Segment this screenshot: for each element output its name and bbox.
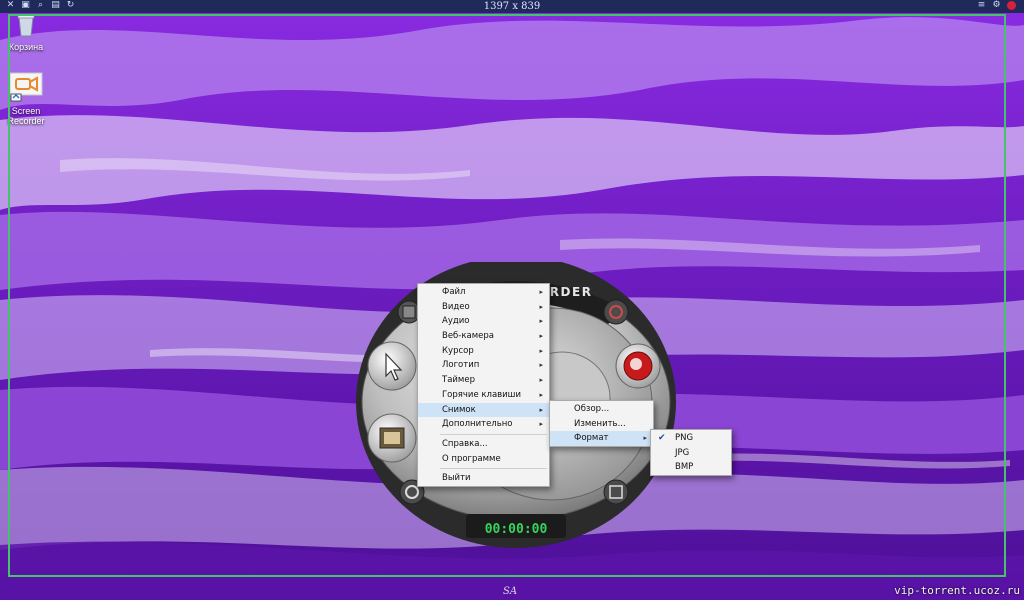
menu-item-label: Справка... [442,438,488,449]
submenu-arrow-icon: ▸ [539,361,543,370]
screen-recorder-icon [9,72,43,102]
menu-item-label: BMP [675,462,694,473]
menu-item-jpg[interactable]: JPG [651,446,731,461]
submenu-arrow-icon: ▸ [539,332,543,341]
menu-item-label: Курсор [442,345,474,356]
menu-item-label: Веб-камера [442,331,494,342]
menu-item-browse[interactable]: Обзор... [550,402,653,417]
menu-item-cursor[interactable]: Курсор ▸ [418,344,549,359]
menu-item-bmp[interactable]: BMP [651,460,731,475]
submenu-arrow-icon: ▸ [539,288,543,296]
menu-item-label: Таймер [442,375,475,386]
menu-item-label: Дополнительно [442,419,513,430]
menu-item-help[interactable]: Справка... [418,437,549,452]
settings-icon[interactable]: ⚙ [992,1,1001,10]
menu-item-label: Обзор... [574,404,610,414]
grid-icon [402,305,416,319]
webcam-record-button[interactable] [615,343,661,389]
menu-item-logo[interactable]: Логотип ▸ [418,358,549,373]
area-button[interactable] [603,479,629,505]
menu-item-webcam[interactable]: Веб-камера ▸ [418,329,549,344]
checkmark-icon: ✔ [658,433,666,443]
menu-item-png[interactable]: ✔ PNG [651,431,731,446]
menu-item-hotkeys[interactable]: Горячие клавиши ▸ [418,388,549,403]
menu-item-label: Горячие клавиши [442,389,521,400]
recycle-bin-label: Корзина [8,42,44,52]
menu-item-exit[interactable]: Выйти [418,471,549,486]
menu-item-edit[interactable]: Изменить... [550,417,653,432]
context-menu-main: Файл ▸ Видео ▸ Аудио ▸ Веб-камера ▸ Курсор ▸ … [417,283,550,487]
menu-item-timer[interactable]: Таймер ▸ [418,373,549,388]
menu-item-label: JPG [675,447,690,458]
submenu-arrow-icon: ▸ [539,346,543,355]
menu-item-label: Файл [442,287,466,297]
webcam-icon [630,358,642,370]
menu-item-label: Снимок [442,404,476,415]
watermark-text: vip-torrent.ucoz.ru [894,584,1020,597]
menu-item-label: Логотип [442,360,480,371]
toolbar-right-icons: ≡ ⚙ [977,1,1016,10]
submenu-arrow-icon: ▸ [539,390,543,399]
menu-item-about[interactable]: О программе [418,452,549,467]
menu-item-format[interactable]: Формат ▸ [550,431,653,447]
submenu-arrow-icon: ▸ [643,434,647,443]
recycle-bin-shortcut[interactable]: Корзина [4,12,48,52]
menu-separator [440,468,547,470]
capture-dimensions: 1397 x 839 [483,1,541,12]
menu-item-label: О программе [442,453,501,464]
screen-recorder-label: Screen Recorder [7,106,45,126]
power-button[interactable] [603,299,629,325]
menu-item-label: Формат [574,433,609,444]
submenu-arrow-icon: ▸ [539,420,543,429]
context-menu-snapshot: Обзор... Изменить... Формат ▸ [549,400,654,448]
video-button[interactable] [367,413,417,463]
menu-item-label: Изменить... [574,418,626,429]
menu-item-video[interactable]: Видео ▸ [418,300,549,315]
menu-icon[interactable]: ≡ [977,1,986,10]
submenu-arrow-icon: ▸ [539,302,543,311]
menu-item-file[interactable]: Файл ▸ [418,285,549,300]
menu-item-label: Аудио [442,316,470,327]
timer-display: 00:00:00 [485,522,548,537]
cursor-button[interactable] [367,341,417,391]
top-toolbar: ✕ ▣ ⌕ ▤ ↻ 1397 x 839 ≡ ⚙ [0,0,1024,13]
menu-separator [440,433,547,435]
record-icon[interactable] [1007,1,1016,10]
screen-recorder-shortcut[interactable]: Screen Recorder [4,72,48,126]
submenu-arrow-icon: ▸ [539,317,543,326]
submenu-arrow-icon: ▸ [539,405,543,414]
menu-item-audio[interactable]: Аудио ▸ [418,314,549,329]
menu-item-label: Выйти [442,473,471,484]
menu-item-snapshot[interactable]: Снимок ▸ [418,402,549,418]
menu-item-label: PNG [675,433,694,443]
recycle-bin-icon [17,14,35,37]
signature-mark: SA [503,586,518,597]
context-menu-format: ✔ PNG JPG BMP [650,429,732,477]
submenu-arrow-icon: ▸ [539,376,543,385]
menu-item-advanced[interactable]: Дополнительно ▸ [418,417,549,432]
menu-item-label: Видео [442,301,470,312]
